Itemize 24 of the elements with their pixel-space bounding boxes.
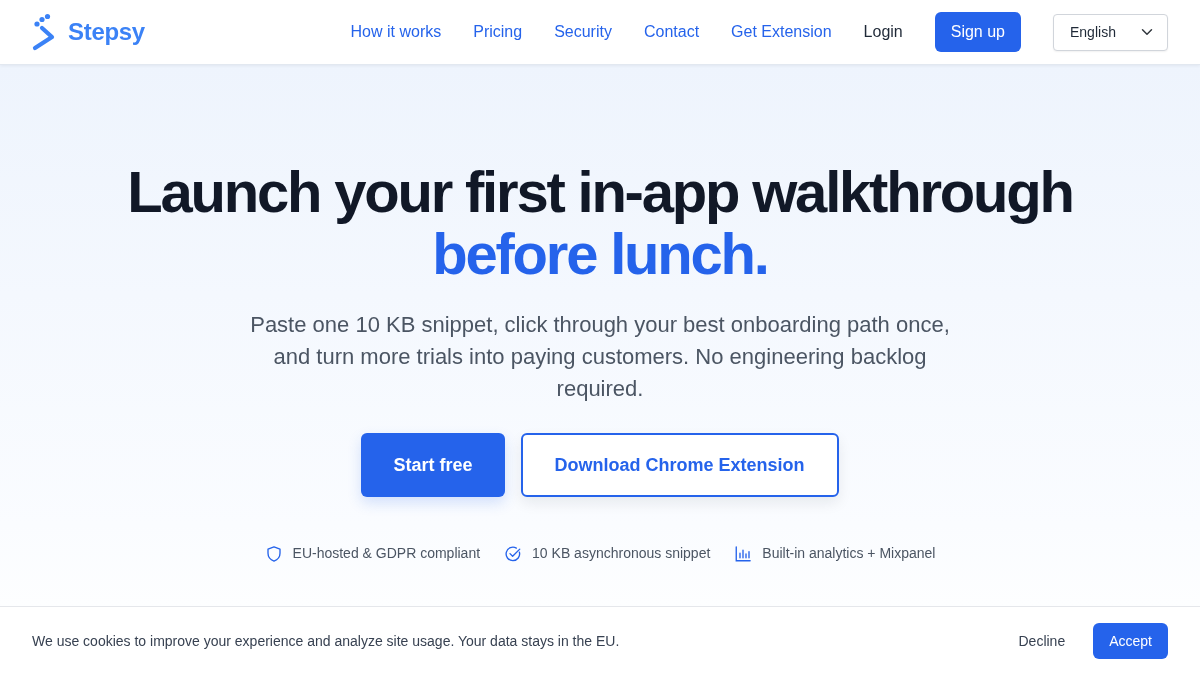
decline-button[interactable]: Decline — [1010, 624, 1074, 658]
signup-button[interactable]: Sign up — [934, 12, 1021, 52]
check-circle-icon — [504, 544, 523, 563]
nav-link[interactable]: Get Extension — [731, 20, 832, 44]
hero-title: Launch your first in-app walkthrough — [127, 161, 1073, 223]
nav-link[interactable]: Security — [554, 20, 612, 44]
feature-text: EU-hosted & GDPR compliant — [292, 544, 481, 563]
shield-icon — [264, 544, 283, 563]
brand-name[interactable]: Stepsy — [68, 14, 145, 50]
start-free-button[interactable]: Start free — [361, 433, 505, 497]
hero-highlight: before lunch. — [432, 223, 768, 285]
feature-text: 10 KB asynchronous snippet — [532, 544, 711, 563]
hero-subtitle: Paste one 10 KB snippet, click through your best onboarding path once, and turn more trials into paying customers. No engineering backlog required. — [249, 311, 951, 403]
feature-text: Built-in analytics + Mixpanel — [762, 544, 936, 563]
logo-icon — [32, 12, 56, 52]
nav-link[interactable]: How it works — [350, 20, 442, 44]
cookie-text: We use cookies to improve your experience and analyze site usage. Your data stays in the EU. — [32, 631, 620, 651]
language-select[interactable]: English — [1053, 13, 1168, 51]
bar-chart-icon — [734, 544, 753, 563]
download-extension-button[interactable]: Download Chrome Extension — [520, 433, 839, 497]
nav-link[interactable]: Pricing — [473, 20, 523, 44]
nav-link[interactable]: Contact — [643, 20, 700, 44]
login-link[interactable]: Login — [863, 20, 903, 44]
accept-button[interactable]: Accept — [1093, 623, 1168, 659]
